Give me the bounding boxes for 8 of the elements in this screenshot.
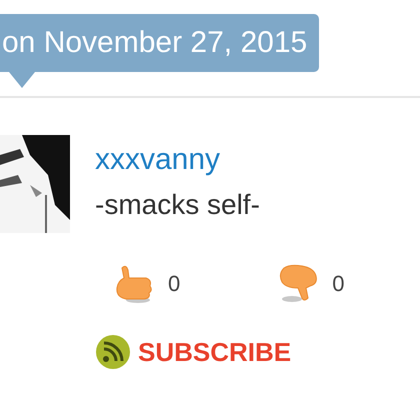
tooltip-pointer	[9, 72, 35, 88]
rss-icon[interactable]	[95, 334, 131, 370]
vote-count: 0	[168, 271, 180, 297]
comment-text: -smacks self-	[95, 188, 261, 222]
vote-count: 0	[332, 271, 344, 297]
username-link[interactable]: xxxvanny	[95, 142, 344, 178]
subscribe-link[interactable]: SUBSCRIBE	[138, 336, 292, 368]
date-tooltip: on November 27, 2015	[0, 14, 320, 72]
